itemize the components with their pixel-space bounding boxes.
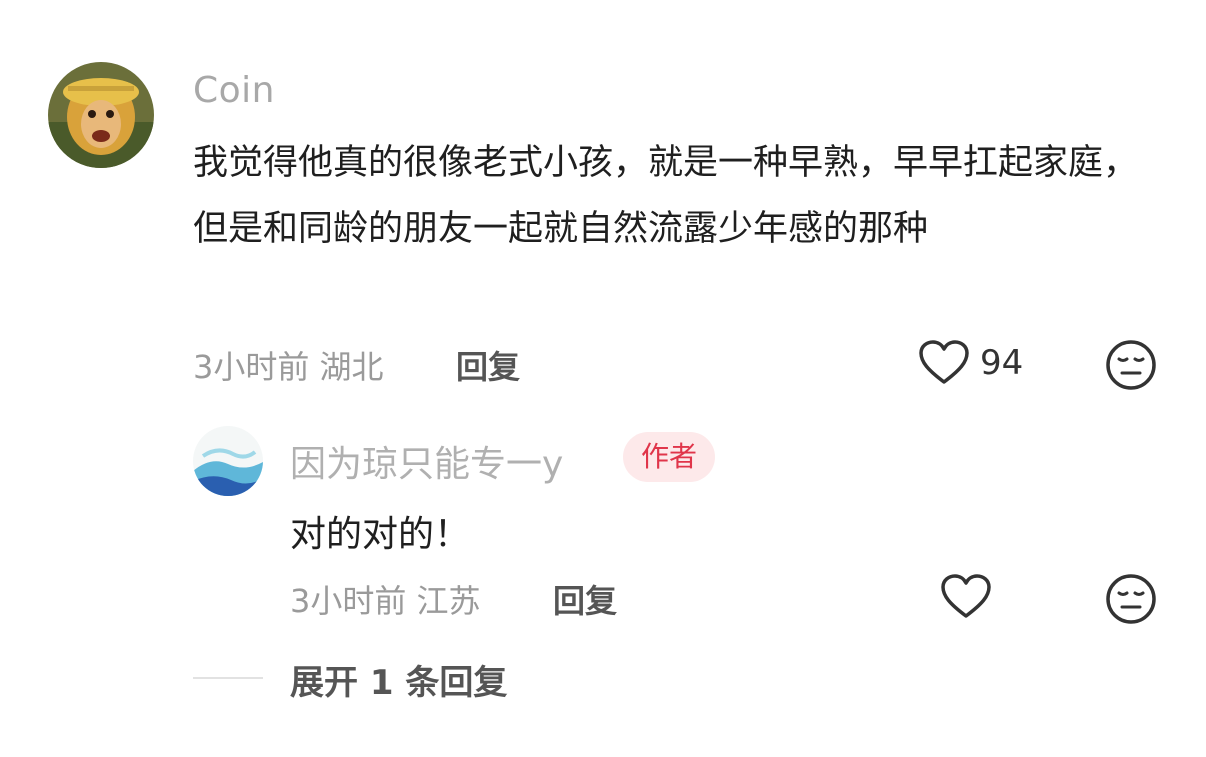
comment-text: 我觉得他真的很像老式小孩，就是一种早熟，早早扛起家庭，但是和同龄的朋友一起就自然… <box>193 143 1139 249</box>
reply-like-button[interactable] <box>940 574 992 620</box>
like-count: 94 <box>980 343 1024 383</box>
comment-time-location: 3小时前 湖北 <box>193 348 384 386</box>
meh-face-icon <box>1106 574 1156 624</box>
heart-icon <box>919 340 969 384</box>
reply-dislike-button[interactable] <box>1104 572 1158 630</box>
reply-time-location: 3小时前 江苏 <box>290 582 481 620</box>
avatar[interactable] <box>48 62 154 168</box>
reply-reply-button[interactable]: 回复 <box>553 576 617 622</box>
like-button[interactable]: 94 <box>918 340 1023 386</box>
comment-username[interactable]: Coin <box>193 70 275 111</box>
author-badge: 作者 <box>623 432 716 482</box>
expand-replies-button[interactable]: 展开 1 条回复 <box>290 655 507 704</box>
meh-face-icon <box>1106 340 1156 390</box>
expand-divider <box>193 677 263 679</box>
reply-username[interactable]: 因为琼只能专一y <box>290 435 563 487</box>
dislike-button[interactable] <box>1104 338 1158 396</box>
monkey-king-avatar-icon <box>48 62 154 168</box>
reply-button[interactable]: 回复 <box>456 342 520 388</box>
reply-avatar[interactable] <box>193 426 263 496</box>
heart-icon <box>941 574 991 618</box>
watercolor-avatar-icon <box>193 426 263 496</box>
reply-text: 对的对的！ <box>290 514 471 555</box>
